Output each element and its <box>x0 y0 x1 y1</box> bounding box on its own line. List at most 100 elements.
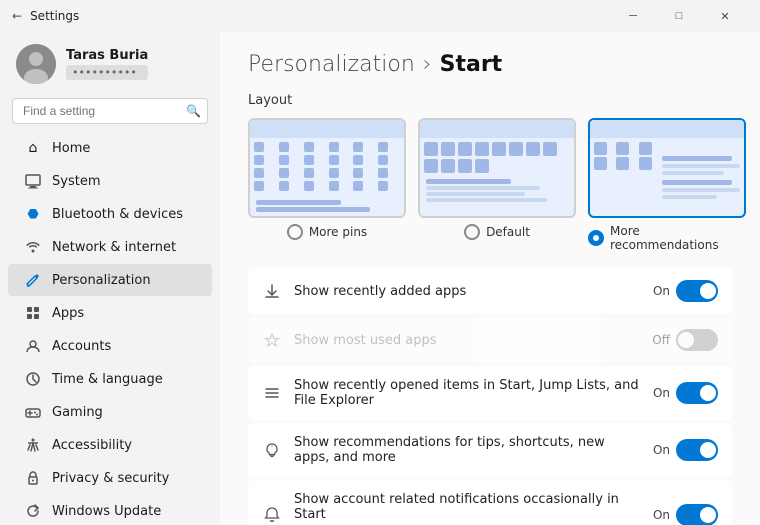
toggle-recommendations[interactable] <box>676 439 718 461</box>
accounts-icon <box>24 337 42 355</box>
sidebar-item-time[interactable]: Time & language <box>8 363 212 395</box>
toggle-label: On <box>653 443 670 457</box>
setting-row-recommendations: Show recommendations for tips, shortcuts… <box>248 423 732 477</box>
toggle-recently-added[interactable] <box>676 280 718 302</box>
search-box[interactable]: 🔍 <box>12 98 208 124</box>
update-icon <box>24 502 42 520</box>
setting-row-recently-added: Show recently added apps On <box>248 268 732 314</box>
settings-rows: Show recently added apps On Show most us… <box>248 268 732 525</box>
sidebar-item-gaming[interactable]: Gaming <box>8 396 212 428</box>
toggle-label: On <box>653 386 670 400</box>
bluetooth-icon: ⬣ <box>24 205 42 223</box>
radio-label: More pins <box>309 225 367 239</box>
user-name: Taras Buria <box>66 48 148 63</box>
minimize-button[interactable]: ─ <box>610 0 656 32</box>
setting-text: Show recently added apps <box>294 284 641 299</box>
sidebar-item-label: Gaming <box>52 405 103 420</box>
avatar[interactable] <box>16 44 56 84</box>
radio-label: More recommendations <box>610 224 746 252</box>
radio-circle-default <box>464 224 480 240</box>
close-button[interactable]: ✕ <box>702 0 748 32</box>
user-email: •••••••••• <box>66 65 148 80</box>
breadcrumb-arrow: › <box>423 52 432 77</box>
sidebar-item-accounts[interactable]: Accounts <box>8 330 212 362</box>
back-button[interactable]: ← <box>12 9 22 23</box>
setting-label: Show account related notifications occas… <box>294 492 641 522</box>
accessibility-icon <box>24 436 42 454</box>
content-area: Personalization › Start Layout <box>220 32 760 525</box>
toggle-recently-opened[interactable] <box>676 382 718 404</box>
setting-row-account-notifications: Show account related notifications occas… <box>248 480 732 525</box>
search-input[interactable] <box>23 104 178 118</box>
toggle-label: On <box>653 508 670 522</box>
titlebar-controls: ─ □ ✕ <box>610 0 748 32</box>
sidebar-item-label: Network & internet <box>52 240 176 255</box>
setting-text: Show recommendations for tips, shortcuts… <box>294 435 641 465</box>
sidebar-item-label: Apps <box>52 306 84 321</box>
network-icon <box>24 238 42 256</box>
apps-icon <box>24 304 42 322</box>
sidebar-item-label: Privacy & security <box>52 471 169 486</box>
sidebar-item-label: Windows Update <box>52 504 161 519</box>
toggle-thumb <box>700 507 716 523</box>
titlebar: ← Settings ─ □ ✕ <box>0 0 760 32</box>
setting-text: Show most used apps <box>294 333 640 348</box>
radio-default[interactable]: Default <box>464 224 530 240</box>
toggle-thumb <box>700 385 716 401</box>
layout-option-more-recommendations[interactable]: More recommendations <box>588 118 746 252</box>
sidebar-item-home[interactable]: ⌂ Home <box>8 132 212 164</box>
breadcrumb-current: Start <box>440 52 503 77</box>
star-icon <box>262 330 282 350</box>
maximize-button[interactable]: □ <box>656 0 702 32</box>
breadcrumb: Personalization › Start <box>248 52 732 77</box>
sidebar-item-label: Accounts <box>52 339 111 354</box>
toggle-account-notifications[interactable] <box>676 504 718 525</box>
sidebar-item-system[interactable]: System <box>8 165 212 197</box>
setting-text: Show recently opened items in Start, Jum… <box>294 378 641 408</box>
sidebar-item-network[interactable]: Network & internet <box>8 231 212 263</box>
toggle-label: On <box>653 284 670 298</box>
sidebar-item-update[interactable]: Windows Update <box>8 495 212 525</box>
titlebar-left: ← Settings <box>12 9 79 23</box>
sidebar: Taras Buria •••••••••• 🔍 ⌂ Home System ⬣… <box>0 32 220 525</box>
layout-section-label: Layout <box>248 93 732 108</box>
layout-option-default[interactable]: Default <box>418 118 576 252</box>
radio-more-recommendations[interactable]: More recommendations <box>588 224 746 252</box>
toggle-most-used[interactable] <box>676 329 718 351</box>
setting-control: On <box>653 504 718 525</box>
toggle-thumb <box>678 332 694 348</box>
setting-label: Show most used apps <box>294 333 640 348</box>
sidebar-item-label: Home <box>52 141 90 156</box>
list-icon <box>262 383 282 403</box>
radio-more-pins[interactable]: More pins <box>287 224 367 240</box>
sidebar-item-bluetooth[interactable]: ⬣ Bluetooth & devices <box>8 198 212 230</box>
setting-row-recently-opened: Show recently opened items in Start, Jum… <box>248 366 732 420</box>
radio-label: Default <box>486 225 530 239</box>
app-body: Taras Buria •••••••••• 🔍 ⌂ Home System ⬣… <box>0 32 760 525</box>
lightbulb-icon <box>262 440 282 460</box>
toggle-thumb <box>700 283 716 299</box>
sidebar-item-apps[interactable]: Apps <box>8 297 212 329</box>
radio-circle-more-recommendations <box>588 230 604 246</box>
notification-icon <box>262 505 282 525</box>
privacy-icon <box>24 469 42 487</box>
setting-row-most-used: Show most used apps Off <box>248 317 732 363</box>
layout-option-more-pins[interactable]: More pins <box>248 118 406 252</box>
system-icon <box>24 172 42 190</box>
home-icon: ⌂ <box>24 139 42 157</box>
sidebar-item-personalization[interactable]: Personalization <box>8 264 212 296</box>
setting-text: Show account related notifications occas… <box>294 492 641 525</box>
layout-preview-more-pins <box>248 118 406 218</box>
radio-circle-more-pins <box>287 224 303 240</box>
user-info: Taras Buria •••••••••• <box>66 48 148 80</box>
sidebar-item-accessibility[interactable]: Accessibility <box>8 429 212 461</box>
sidebar-item-privacy[interactable]: Privacy & security <box>8 462 212 494</box>
search-icon: 🔍 <box>186 104 201 118</box>
time-icon <box>24 370 42 388</box>
page-header: Personalization › Start <box>248 52 732 77</box>
user-section: Taras Buria •••••••••• <box>0 32 220 94</box>
layout-preview-more-recommendations <box>588 118 746 218</box>
toggle-label: Off <box>652 333 670 347</box>
sidebar-item-label: System <box>52 174 100 189</box>
setting-control: On <box>653 280 718 302</box>
